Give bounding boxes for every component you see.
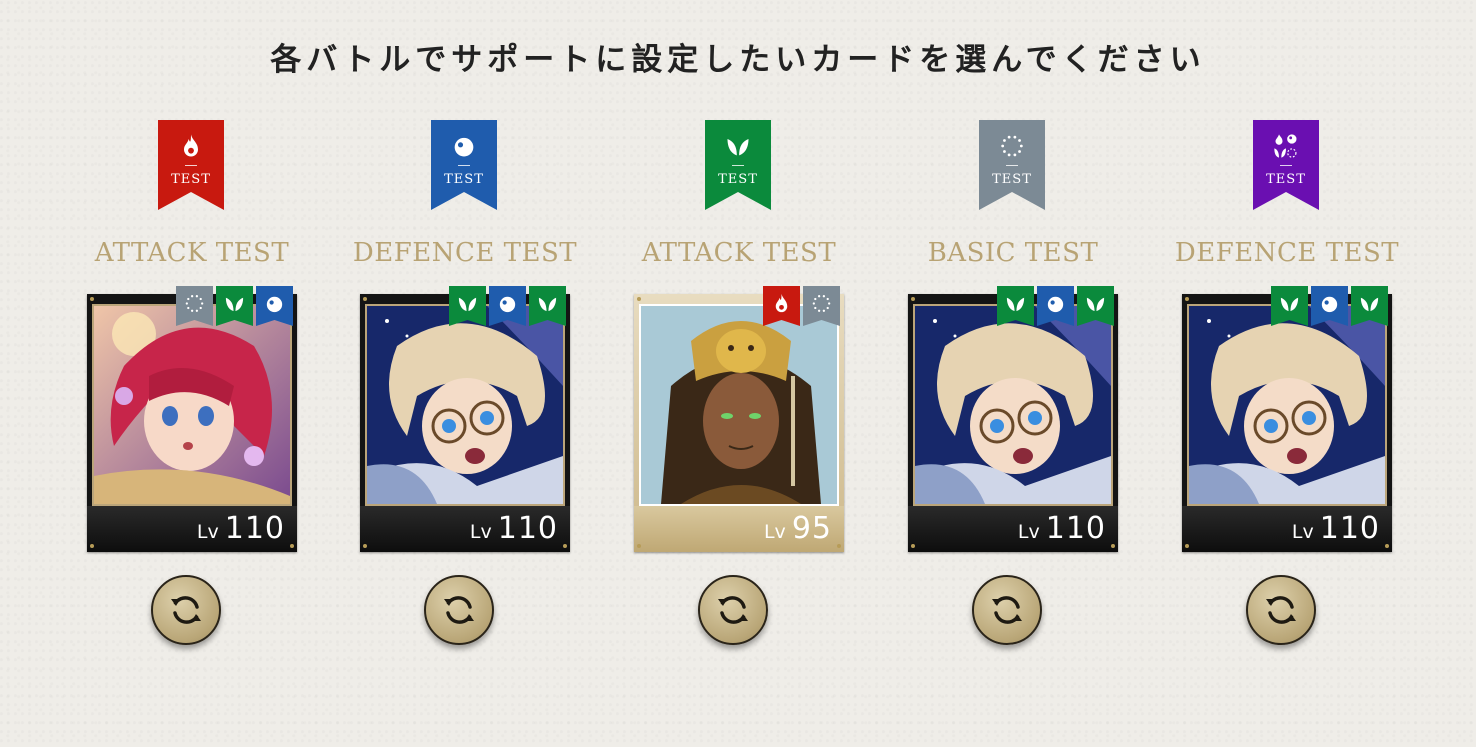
wind-attribute-tag (216, 286, 253, 326)
none-icon (979, 132, 1045, 162)
level-value: 95 (791, 511, 832, 546)
battle-column: TEST ATTACK TEST Lv 95 (634, 120, 844, 660)
level-label: Lv (469, 521, 492, 543)
water-icon (431, 132, 497, 162)
support-card[interactable]: Lv 110 (360, 286, 570, 552)
swap-card-button[interactable] (698, 575, 768, 645)
support-card[interactable]: Lv 110 (908, 286, 1118, 552)
wind-attribute-tag (997, 286, 1034, 326)
level-label: Lv (1017, 521, 1040, 543)
swap-card-button[interactable] (972, 575, 1042, 645)
level-label: Lv (1291, 521, 1314, 543)
fire-icon (158, 132, 224, 162)
support-card[interactable]: Lv 95 (634, 286, 844, 552)
wind-attribute-ribbon: TEST (705, 120, 771, 210)
ribbon-label: TEST (718, 172, 758, 187)
multi-icon (1253, 132, 1319, 162)
card-portrait (92, 304, 292, 506)
battle-name: ATTACK TEST (641, 238, 837, 268)
ribbon-label: TEST (992, 172, 1032, 187)
card-attribute-tags (997, 286, 1114, 326)
card-level-bar: Lv 110 (87, 506, 297, 552)
level-label: Lv (196, 521, 219, 543)
card-level-bar: Lv 95 (634, 506, 844, 552)
level-value: 110 (1045, 511, 1106, 546)
battle-column: TEST DEFENCE TEST Lv 110 (1175, 120, 1399, 660)
page-title: 各バトルでサポートに設定したいカードを選んでください (270, 42, 1206, 78)
card-level-bar: Lv 110 (908, 506, 1118, 552)
water-attribute-ribbon: TEST (431, 120, 497, 210)
card-attribute-tags (449, 286, 566, 326)
none-attribute-tag (803, 286, 840, 326)
level-value: 110 (224, 511, 285, 546)
water-attribute-tag (489, 286, 526, 326)
card-attribute-tags (176, 286, 293, 326)
level-value: 110 (497, 511, 558, 546)
card-level-bar: Lv 110 (360, 506, 570, 552)
fire-attribute-tag (763, 286, 800, 326)
battle-name: DEFENCE TEST (352, 238, 578, 268)
water-attribute-tag (1311, 286, 1348, 326)
battle-name: ATTACK TEST (94, 238, 290, 268)
wind-attribute-tag (529, 286, 566, 326)
multi-attribute-ribbon: TEST (1253, 120, 1319, 210)
swap-card-button[interactable] (151, 575, 221, 645)
card-level-bar: Lv 110 (1182, 506, 1392, 552)
support-card[interactable]: Lv 110 (87, 286, 297, 552)
battle-name: BASIC TEST (927, 238, 1099, 268)
none-attribute-ribbon: TEST (979, 120, 1045, 210)
battle-column: TEST BASIC TEST Lv 110 (908, 120, 1118, 660)
wind-icon (705, 132, 771, 162)
wind-attribute-tag (1271, 286, 1308, 326)
battle-column: TEST DEFENCE TEST Lv 110 (353, 120, 577, 660)
card-attribute-tags (1271, 286, 1388, 326)
ribbon-label: TEST (1266, 172, 1306, 187)
ribbon-label: TEST (444, 172, 484, 187)
card-portrait (913, 304, 1113, 506)
wind-attribute-tag (1351, 286, 1388, 326)
card-portrait (1187, 304, 1387, 506)
battle-name: DEFENCE TEST (1174, 238, 1400, 268)
level-label: Lv (763, 521, 786, 543)
card-portrait (365, 304, 565, 506)
level-value: 110 (1319, 511, 1380, 546)
card-attribute-tags (763, 286, 840, 326)
support-card[interactable]: Lv 110 (1182, 286, 1392, 552)
water-attribute-tag (1037, 286, 1074, 326)
battle-column: TEST ATTACK TEST Lv 110 (87, 120, 297, 660)
wind-attribute-tag (449, 286, 486, 326)
swap-card-button[interactable] (1246, 575, 1316, 645)
none-attribute-tag (176, 286, 213, 326)
card-portrait (639, 304, 839, 506)
swap-card-button[interactable] (424, 575, 494, 645)
wind-attribute-tag (1077, 286, 1114, 326)
water-attribute-tag (256, 286, 293, 326)
fire-attribute-ribbon: TEST (158, 120, 224, 210)
ribbon-label: TEST (171, 172, 211, 187)
